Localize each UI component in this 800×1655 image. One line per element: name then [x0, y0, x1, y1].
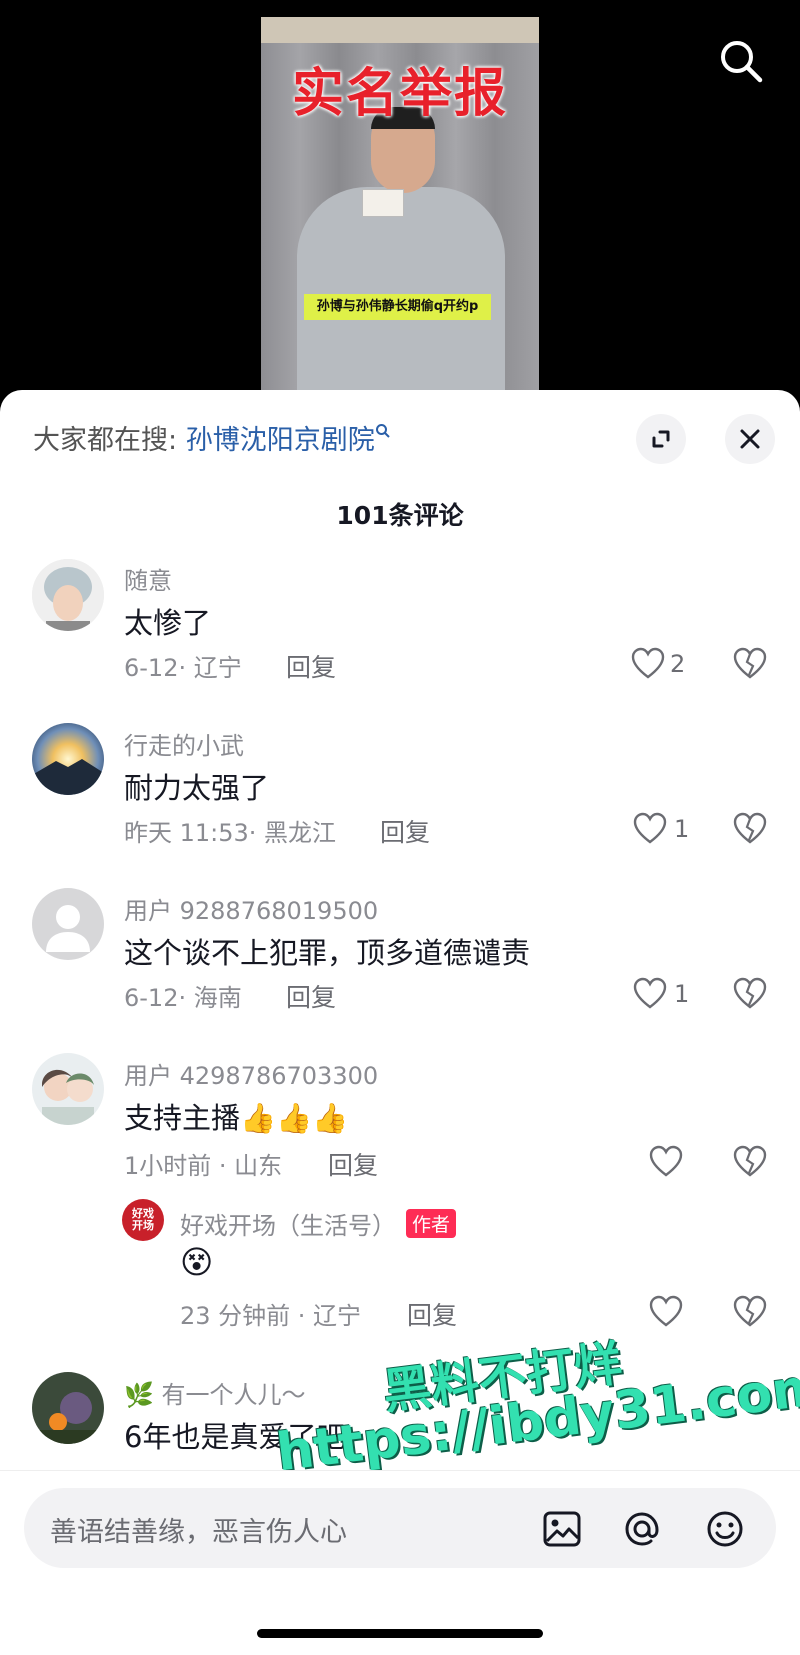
expand-button[interactable]	[636, 414, 686, 464]
image-icon[interactable]	[541, 1508, 583, 1550]
comment-username[interactable]: 行走的小武	[124, 726, 244, 761]
search-icon[interactable]	[716, 36, 766, 86]
search-suggestion-prefix: 大家都在搜:	[33, 425, 178, 456]
emoji-icon[interactable]	[704, 1508, 746, 1550]
reply-button[interactable]: 回复	[286, 648, 336, 684]
author-avatar[interactable]: 好戏开场	[122, 1199, 164, 1241]
video-caption: 孙博与孙伟静长期偷q开约p	[304, 294, 491, 320]
avatar[interactable]	[32, 1053, 104, 1125]
search-suggestion-term[interactable]: 孙博沈阳京剧院	[186, 425, 375, 456]
video-player[interactable]: 实名举报 孙博与孙伟静长期偷q开约p	[0, 0, 800, 400]
heart-icon[interactable]	[648, 1142, 684, 1182]
avatar-image	[32, 1372, 104, 1444]
comment-username[interactable]: 随意	[124, 561, 172, 596]
heart-icon[interactable]	[630, 644, 666, 684]
close-icon	[740, 429, 760, 449]
author-badge: 作者	[406, 1209, 457, 1238]
search-suggestion[interactable]: 大家都在搜: 孙博沈阳京剧院	[33, 418, 391, 457]
author-username[interactable]: 好戏开场（生活号）	[180, 1212, 396, 1240]
reply-emoji: 😵	[180, 1243, 214, 1281]
reply-button[interactable]: 回复	[380, 813, 430, 849]
avatar[interactable]	[32, 1372, 104, 1444]
reply-button[interactable]: 回复	[328, 1146, 378, 1182]
video-title-overlay: 实名举报	[291, 64, 508, 124]
close-button[interactable]	[725, 414, 775, 464]
comment-meta: 6-12· 海南	[124, 984, 242, 1012]
dislike-icon[interactable]	[732, 1292, 768, 1332]
comment-username[interactable]: 用户 9288768019500	[124, 891, 378, 926]
reply-meta: 23 分钟前 · 辽宁	[180, 1302, 362, 1330]
heart-icon[interactable]	[632, 974, 668, 1014]
avatar-image	[32, 1053, 104, 1125]
curtain-rod	[261, 17, 539, 43]
comment-meta: 6-12· 辽宁	[124, 654, 242, 682]
dislike-icon[interactable]	[732, 974, 768, 1014]
comment-count: 101条评论	[336, 501, 464, 530]
video-frame[interactable]: 实名举报 孙博与孙伟静长期偷q开约p	[261, 17, 539, 400]
comment-meta: 1小时前 · 山东	[124, 1152, 283, 1180]
like-count: 2	[670, 650, 686, 678]
comment-input-placeholder: 善语结善缘，恶言伤人心	[50, 1517, 347, 1548]
home-indicator[interactable]	[257, 1629, 543, 1638]
comment-text: 这个谈不上犯罪，顶多道德谴责	[124, 936, 531, 970]
author-avatar-text: 好戏开场	[132, 1207, 154, 1232]
dislike-icon[interactable]	[732, 809, 768, 849]
avatar[interactable]	[32, 559, 104, 631]
heart-icon[interactable]	[632, 809, 668, 849]
avatar-image	[32, 559, 104, 631]
dislike-icon[interactable]	[732, 644, 768, 684]
comment-meta: 昨天 11:53· 黑龙江	[124, 819, 337, 847]
like-count: 1	[674, 980, 690, 1008]
search-small-icon	[375, 424, 390, 438]
reply-button[interactable]: 回复	[407, 1296, 457, 1332]
default-avatar-icon	[32, 888, 104, 960]
like-count: 1	[674, 815, 690, 843]
author-username-row: 好戏开场（生活号） 作者	[180, 1206, 457, 1241]
at-icon[interactable]	[621, 1508, 663, 1550]
reply-button[interactable]: 回复	[286, 978, 336, 1014]
heart-icon[interactable]	[648, 1292, 684, 1332]
comment-text: 太惨了	[124, 606, 212, 640]
comment-text: 耐力太强了	[124, 771, 270, 805]
expand-icon	[652, 430, 670, 448]
avatar[interactable]	[32, 888, 104, 960]
avatar-image	[32, 723, 104, 795]
comment-username[interactable]: 用户 4298786703300	[124, 1056, 378, 1091]
comment-username[interactable]: 🌿 有一个人儿～	[124, 1375, 306, 1410]
avatar[interactable]	[32, 723, 104, 795]
comment-text: 支持主播👍👍👍	[124, 1101, 349, 1135]
dislike-icon[interactable]	[732, 1142, 768, 1182]
id-card-image	[362, 189, 404, 217]
